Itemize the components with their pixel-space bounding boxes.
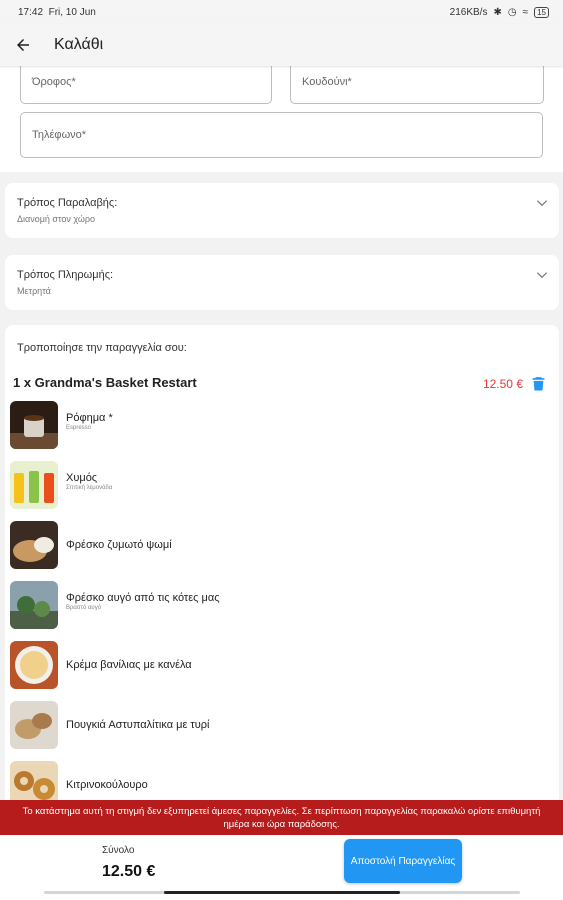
item-name: Πουγκιά Αστυπαλίτικα με τυρί <box>66 719 210 731</box>
checkout-bar: Σύνολο 12.50 € Αποστολή Παραγγελίας <box>0 835 563 900</box>
send-order-button[interactable]: Αποστολή Παραγγελίας <box>344 839 462 883</box>
status-left: 17:42 Fri, 10 Jun <box>18 7 96 18</box>
item-image-cream <box>10 641 58 689</box>
pickup-method-value: Διανομή στον χώρο <box>17 214 96 224</box>
back-arrow-icon <box>17 39 29 51</box>
floor-field[interactable]: Όροφος* <box>20 66 272 104</box>
network-speed: 216KB/s <box>449 6 488 18</box>
product-name: 1 x Grandma's Basket Restart <box>13 375 197 390</box>
list-item[interactable]: Χυμός Σπιτική λεμονάδα <box>10 461 530 509</box>
trash-icon[interactable] <box>532 376 545 391</box>
item-name: Φρέσκο αυγό από τις κότες μας <box>66 592 220 604</box>
payment-method-label: Τρόπος Πληρωμής: <box>17 269 114 281</box>
battery-icon: 15 <box>534 6 549 18</box>
payment-method-value: Μετρητά <box>17 286 51 296</box>
cart-scroll-area[interactable]: Όροφος* Κουδούνι* Τηλέφωνο* Τρόπος Παραλ… <box>0 66 563 800</box>
item-image-coffee <box>10 401 58 449</box>
item-option: Σπιτική λεμονάδα <box>66 485 113 491</box>
wifi-icon: ≈ <box>522 6 529 18</box>
status-date: Fri, 10 Jun <box>48 6 96 18</box>
list-item[interactable]: Φρέσκο ζυμωτό ψωμί <box>10 521 530 569</box>
total-label: Σύνολο <box>102 845 135 856</box>
item-name: Κιτρινοκούλουρο <box>66 779 148 791</box>
list-item[interactable]: Φρέσκο αυγό από τις κότες μας Βραστό αυγ… <box>10 581 530 629</box>
item-option: Βραστό αυγό <box>66 605 102 611</box>
list-item[interactable]: Πουγκιά Αστυπαλίτικα με τυρί <box>10 701 530 749</box>
doorbell-field[interactable]: Κουδούνι* <box>290 66 544 104</box>
payment-method-select[interactable]: Τρόπος Πληρωμής: Μετρητά <box>5 255 559 310</box>
order-heading: Τροποποίησε την παραγγελία σου: <box>17 342 187 354</box>
list-item[interactable]: Κιτρινοκούλουρο <box>10 761 530 800</box>
store-notice-banner: Το κατάστημα αυτή τη στιγμή δεν εξυπηρετ… <box>0 800 563 835</box>
list-item[interactable]: Ρόφημα * Espresso <box>10 401 530 449</box>
chevron-down-icon <box>536 272 548 279</box>
product-row: 1 x Grandma's Basket Restart 12.50 € <box>13 375 553 395</box>
item-name: Φρέσκο ζυμωτό ψωμί <box>66 539 172 551</box>
item-image-pies <box>10 701 58 749</box>
phone-field[interactable]: Τηλέφωνο* <box>20 112 543 158</box>
item-name: Χυμός <box>66 472 98 484</box>
back-button[interactable] <box>12 34 34 56</box>
item-option: Espresso <box>66 425 92 431</box>
pickup-method-select[interactable]: Τρόπος Παραλαβής: Διανομή στον χώρο <box>5 183 559 238</box>
bluetooth-icon: ✱ <box>493 6 502 18</box>
item-name: Κρέμα βανίλιας με κανέλα <box>66 659 192 671</box>
chevron-down-icon <box>536 200 548 207</box>
total-value: 12.50 € <box>102 863 156 880</box>
item-image-bread <box>10 521 58 569</box>
list-item[interactable]: Κρέμα βανίλιας με κανέλα <box>10 641 530 689</box>
nav-handle[interactable] <box>164 891 400 894</box>
alarm-icon: ◷ <box>507 6 517 18</box>
product-price: 12.50 € <box>482 377 523 391</box>
status-right: 216KB/s ✱ ◷ ≈ 15 <box>449 6 549 18</box>
item-image-biscuits <box>10 761 58 800</box>
app-bar: Καλάθι <box>0 24 563 66</box>
status-time: 17:42 <box>18 6 44 18</box>
item-image-eggs <box>10 581 58 629</box>
order-card: Τροποποίησε την παραγγελία σου: 1 x Gran… <box>5 325 559 800</box>
address-card: Όροφος* Κουδούνι* Τηλέφωνο* <box>0 66 563 172</box>
item-name: Ρόφημα * <box>66 412 113 424</box>
page-title: Καλάθι <box>54 36 104 53</box>
pickup-method-label: Τρόπος Παραλαβής: <box>17 197 118 209</box>
status-bar: 17:42 Fri, 10 Jun 216KB/s ✱ ◷ ≈ 15 <box>0 0 563 24</box>
item-image-juice <box>10 461 58 509</box>
